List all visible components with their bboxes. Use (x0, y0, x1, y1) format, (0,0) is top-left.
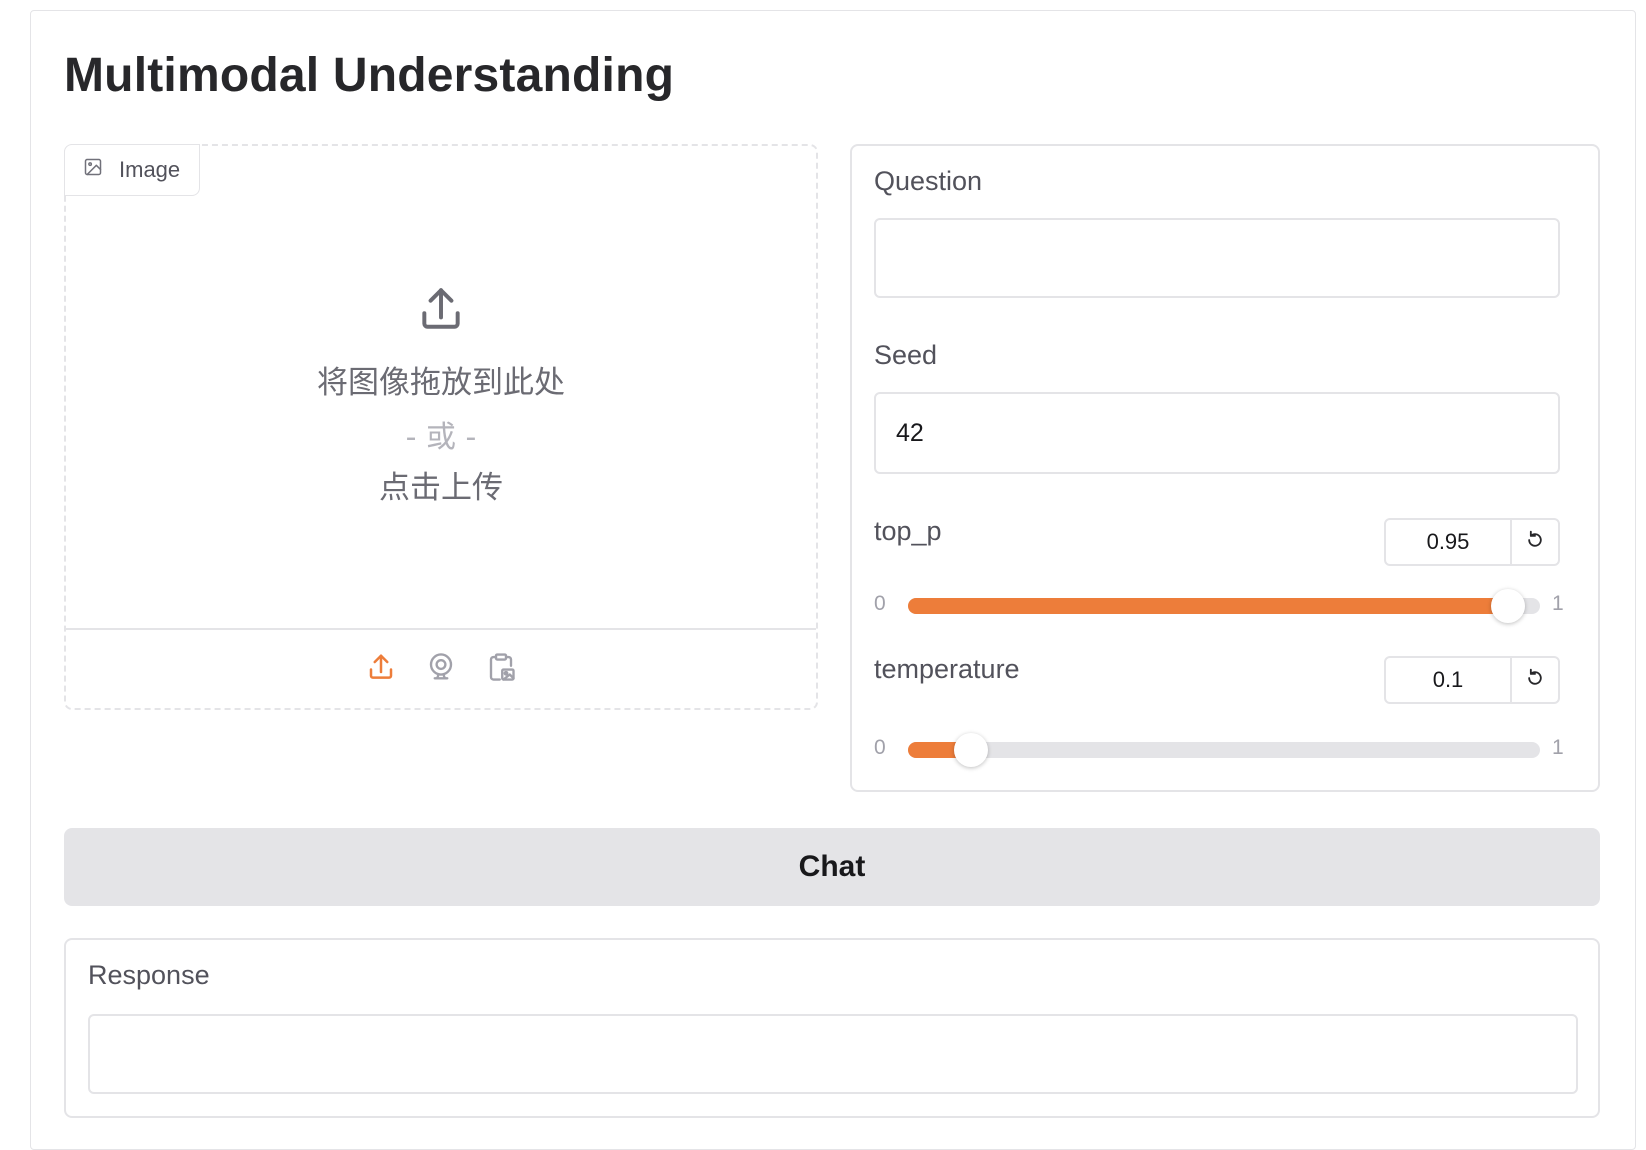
image-icon (83, 157, 103, 183)
image-drop-zone[interactable]: 将图像拖放到此处 - 或 - 点击上传 (66, 196, 816, 626)
temperature-max: 1 (1552, 736, 1564, 759)
top-p-label: top_p (874, 516, 942, 546)
parameters-panel: Question Seed top_p 0 1 temperature (850, 144, 1600, 792)
upload-icon (366, 652, 396, 687)
temperature-slider-thumb[interactable] (954, 733, 989, 767)
top-p-min: 0 (874, 592, 886, 615)
drop-or-separator: - 或 - (405, 420, 477, 455)
top-p-number-box (1384, 518, 1560, 566)
temperature-number-box (1384, 656, 1560, 704)
top-p-slider-fill (908, 598, 1509, 614)
response-panel: Response (64, 938, 1600, 1118)
top-p-slider[interactable] (908, 589, 1540, 623)
top-p-slider-thumb[interactable] (1491, 589, 1526, 623)
image-block-label: Image (64, 144, 200, 196)
clipboard-source-button[interactable] (484, 652, 518, 686)
webcam-icon (426, 652, 456, 687)
seed-label: Seed (874, 340, 938, 370)
clipboard-icon (486, 652, 516, 687)
top-p-number-input[interactable] (1386, 520, 1512, 564)
chat-button[interactable]: Chat (64, 828, 1600, 906)
temperature-min: 0 (874, 736, 886, 759)
top-p-max: 1 (1552, 592, 1564, 615)
reset-icon (1525, 530, 1545, 555)
upload-icon (416, 284, 466, 339)
top-p-reset-button[interactable] (1512, 520, 1558, 564)
page-title: Multimodal Understanding (64, 49, 675, 102)
question-input[interactable] (874, 218, 1560, 298)
temperature-reset-button[interactable] (1512, 658, 1558, 702)
temperature-number-input[interactable] (1386, 658, 1512, 702)
click-to-upload-text: 点击上传 (379, 470, 503, 506)
seed-input[interactable] (874, 392, 1560, 474)
reset-icon (1525, 668, 1545, 693)
temperature-slider[interactable] (908, 733, 1540, 767)
upload-source-button[interactable] (364, 652, 398, 686)
image-upload: Image 将图像拖放到此处 - 或 - 点击上传 (64, 144, 818, 710)
question-label: Question (874, 166, 983, 196)
webcam-source-button[interactable] (424, 652, 458, 686)
temperature-label: temperature (874, 654, 1020, 684)
image-label-text: Image (119, 157, 181, 182)
response-label: Response (88, 960, 210, 990)
drop-instruction: 将图像拖放到此处 (317, 365, 565, 401)
image-source-bar (66, 628, 816, 708)
response-output[interactable] (88, 1014, 1578, 1094)
